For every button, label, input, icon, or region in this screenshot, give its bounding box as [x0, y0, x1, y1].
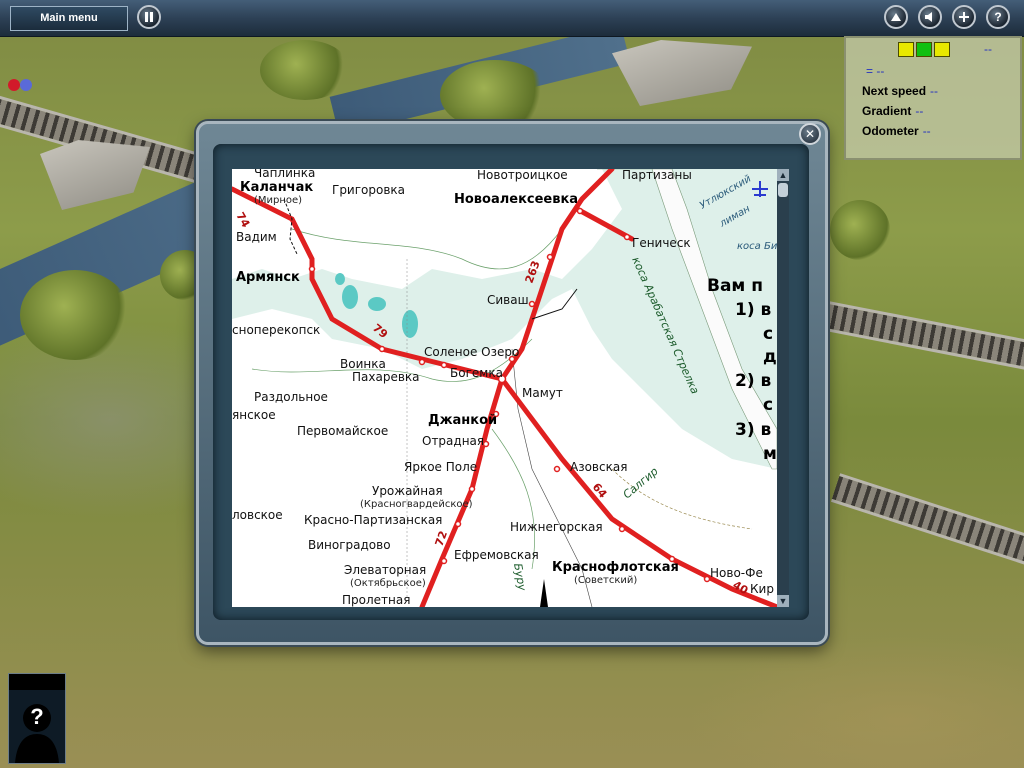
- town-krasnogvardeiskoe: (Красногвардейское): [360, 499, 473, 510]
- doc-heading: Вам п: [707, 276, 763, 296]
- bush: [440, 60, 550, 130]
- sound-button[interactable]: [918, 5, 942, 29]
- town-pakharevka: Пахаревка: [352, 370, 420, 384]
- town-mamut: Мамут: [522, 386, 563, 400]
- next-speed-value: --: [930, 84, 939, 98]
- close-icon: ✕: [804, 127, 816, 141]
- unknown-driver-label: ?: [30, 704, 44, 729]
- town-kalanchak: Каланчак: [240, 180, 313, 195]
- town-elevatornaya: Элеваторная: [344, 563, 426, 577]
- signal-aspect-icon: [934, 42, 950, 57]
- scroll-down-button[interactable]: ▼: [777, 595, 789, 607]
- doc-item-1: 1) в: [735, 300, 772, 320]
- bush: [830, 200, 890, 260]
- signal-value: --: [984, 42, 992, 56]
- odometer-row: Odometer --: [862, 124, 931, 138]
- rock-outcrop: [612, 40, 752, 106]
- odometer-label: Odometer: [862, 124, 919, 138]
- speed-readout: = --: [866, 64, 885, 78]
- doc-item-2: 2) в: [735, 371, 772, 391]
- pause-button[interactable]: [137, 5, 161, 29]
- odometer-value: --: [922, 124, 931, 138]
- doc-item-1b: д: [763, 347, 777, 367]
- town-sivash: Сиваш: [487, 293, 529, 307]
- railway-map: Чаплинка Каланчак (Мирное) Григоровка Но…: [232, 169, 777, 607]
- town-nizhnegorskaya: Нижнегорская: [510, 520, 603, 534]
- gradient-label: Gradient: [862, 104, 912, 118]
- scroll-down-icon: ▼: [778, 596, 788, 606]
- add-button[interactable]: [952, 5, 976, 29]
- town-partizany: Партизаны: [622, 169, 692, 182]
- map-scrollbar[interactable]: ▲ ▼: [777, 169, 789, 607]
- town-proletnaya: Пролетная: [342, 593, 410, 607]
- main-menu-button[interactable]: Main menu: [10, 6, 128, 31]
- town-chaplinka: Чаплинка: [254, 169, 315, 180]
- driver-portrait[interactable]: ?: [8, 673, 66, 764]
- signal-aspect-icon: [916, 42, 932, 57]
- bridge-pier: [40, 140, 150, 210]
- close-button[interactable]: ✕: [799, 123, 821, 145]
- town-yarkoe-pole: Яркое Поле: [404, 460, 477, 474]
- town-voinka: Воинка: [340, 357, 386, 371]
- town-pervomaiskoe: Первомайское: [297, 424, 388, 438]
- town-novotroitskoe: Новотроицкое: [477, 169, 568, 182]
- bush: [260, 40, 350, 100]
- town-sovetsky: (Советский): [574, 575, 637, 586]
- town-yanskoe: янское: [232, 408, 276, 422]
- doc-item-3: 3) в: [735, 420, 772, 440]
- town-razdolnoe: Раздольное: [254, 390, 328, 404]
- town-lovskoe: ловское: [232, 508, 283, 522]
- track: [830, 473, 1024, 573]
- town-vinogradovo: Виноградово: [308, 538, 391, 552]
- driver-info-panel: -- = -- Next speed -- Gradient -- Odometer…: [844, 36, 1022, 160]
- next-speed-label: Next speed: [862, 84, 927, 98]
- doc-item-1a: с: [763, 324, 773, 344]
- town-mirnoe: (Мирное): [254, 195, 302, 206]
- town-krasno-partizanskaya: Красно-Партизанская: [304, 513, 442, 527]
- help-button[interactable]: ?: [986, 5, 1010, 29]
- town-vadim: Вадим: [236, 230, 277, 244]
- doc-item-2a: с: [763, 395, 773, 415]
- doc-item-3a: м: [763, 444, 777, 464]
- marker-lights: [8, 78, 32, 96]
- town-dzhankoi: Джанкой: [428, 413, 497, 428]
- help-icon: ?: [994, 10, 1002, 24]
- top-toolbar: Main menu ?: [0, 0, 1024, 37]
- town-urozhainaya: Урожайная: [372, 484, 443, 498]
- track: [819, 300, 1024, 374]
- signal-aspects: [898, 42, 950, 57]
- gradient-value: --: [915, 104, 924, 118]
- town-genichesk: Геническ: [632, 236, 691, 250]
- scroll-up-icon: ▲: [778, 170, 788, 180]
- town-kir: Кир: [750, 582, 774, 596]
- scroll-up-button[interactable]: ▲: [777, 169, 789, 181]
- scroll-thumb[interactable]: [778, 183, 788, 197]
- town-oktyabrskoe: (Октябрьское): [350, 578, 426, 589]
- camera-up-button[interactable]: [884, 5, 908, 29]
- town-krasnoflotskaya: Краснофлотская: [552, 560, 679, 575]
- label-kosa-bi: коса Би: [737, 241, 777, 252]
- blue-light-icon: [20, 79, 32, 91]
- gradient-row: Gradient --: [862, 104, 923, 118]
- red-light-icon: [8, 79, 20, 91]
- town-armyansk: Армянск: [236, 270, 300, 285]
- town-grigorovka: Григоровка: [332, 183, 405, 197]
- town-novoalekseevka: Новоалексеевка: [454, 192, 578, 207]
- town-efremovskaya: Ефремовская: [454, 548, 539, 562]
- town-azovskaya: Азовская: [570, 460, 627, 474]
- town-solenoe-ozero: Соленое Озеро: [424, 345, 519, 359]
- map-popup-window[interactable]: ✕ Чаплинка Каланчак (Мирное) Григоровка …: [196, 121, 828, 645]
- next-speed-row: Next speed --: [862, 84, 938, 98]
- town-bogemka: Богемка: [450, 366, 503, 380]
- signal-aspect-icon: [898, 42, 914, 57]
- bush: [20, 270, 130, 360]
- town-krasnoperekopsk: сноперекопск: [232, 323, 320, 337]
- map-image[interactable]: Чаплинка Каланчак (Мирное) Григоровка Но…: [232, 169, 777, 607]
- town-otradnaya: Отрадная: [422, 434, 484, 448]
